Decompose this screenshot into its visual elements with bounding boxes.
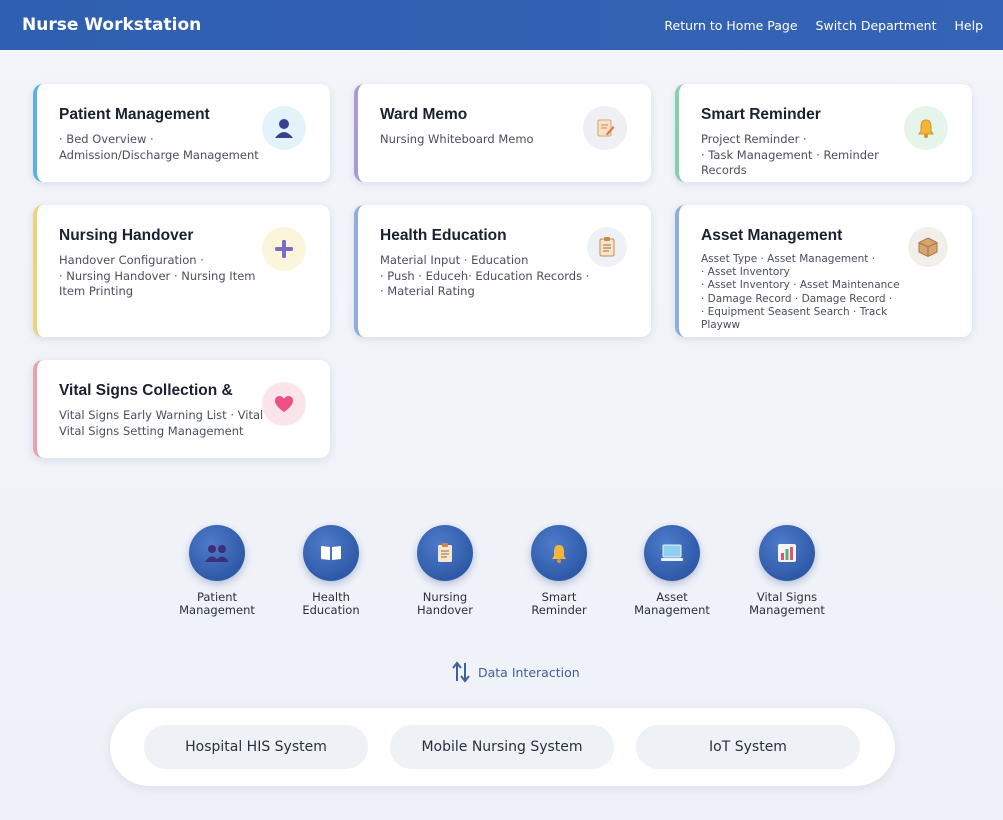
heart-icon xyxy=(262,382,306,426)
module-label: Nursing Handover xyxy=(417,590,473,617)
memo-icon xyxy=(583,106,627,150)
card-health-education[interactable]: Health Education Material Input · Educat… xyxy=(354,205,651,337)
card-description: Handover Configuration · · Nursing Hando… xyxy=(59,253,256,298)
system-mobile-nursing[interactable]: Mobile Nursing System xyxy=(390,725,614,769)
box-icon xyxy=(908,227,948,267)
bell-icon xyxy=(531,525,587,581)
book-icon xyxy=(303,525,359,581)
card-nursing-handover[interactable]: Nursing Handover Handover Configuration … xyxy=(33,205,330,337)
card-description: Asset Type · Asset Management · · Asset … xyxy=(701,253,900,332)
card-title: Health Education xyxy=(380,227,507,244)
swap-arrows-icon xyxy=(452,661,470,683)
module-smart-reminder[interactable]: Smart Reminder xyxy=(504,525,614,617)
bell-icon xyxy=(904,106,948,150)
card-description: Project Reminder · · Task Management · R… xyxy=(701,132,879,177)
clipboard-icon xyxy=(417,525,473,581)
app-title: Nurse Workstation xyxy=(22,15,202,35)
module-label: Asset Management xyxy=(634,590,710,617)
card-title: Smart Reminder xyxy=(701,106,821,123)
module-label: Smart Reminder xyxy=(531,590,587,617)
module-nursing-handover[interactable]: Nursing Handover xyxy=(390,525,500,617)
module-label: Vital Signs Management xyxy=(749,590,825,617)
systems-bar: Hospital HIS System Mobile Nursing Syste… xyxy=(110,708,895,786)
card-description: Nursing Whiteboard Memo xyxy=(380,132,534,146)
card-asset-management[interactable]: Asset Management Asset Type · Asset Mana… xyxy=(675,205,972,337)
switch-department-link[interactable]: Switch Department xyxy=(816,18,937,33)
user-icon xyxy=(262,106,306,150)
card-title: Patient Management xyxy=(59,106,210,123)
return-home-link[interactable]: Return to Home Page xyxy=(664,18,797,33)
chart-icon xyxy=(759,525,815,581)
card-description: · Bed Overview · Admission/Discharge Man… xyxy=(59,132,259,162)
plus-icon xyxy=(262,227,306,271)
card-vital-signs[interactable]: Vital Signs Collection & Vital Signs Ear… xyxy=(33,360,330,458)
users-icon xyxy=(189,525,245,581)
module-label: Patient Management xyxy=(179,590,255,617)
card-title: Ward Memo xyxy=(380,106,468,123)
module-label: Health Education xyxy=(302,590,360,617)
card-smart-reminder[interactable]: Smart Reminder Project Reminder · · Task… xyxy=(675,84,972,182)
help-link[interactable]: Help xyxy=(955,18,984,33)
card-patient-management[interactable]: Patient Management · Bed Overview · Admi… xyxy=(33,84,330,182)
monitor-icon xyxy=(644,525,700,581)
module-asset-management[interactable]: Asset Management xyxy=(617,525,727,617)
card-title: Vital Signs Collection & xyxy=(59,382,233,399)
card-description: Material Input · Education · Push · Educ… xyxy=(380,253,590,298)
clipboard-icon xyxy=(587,227,627,267)
module-vital-signs-management[interactable]: Vital Signs Management xyxy=(732,525,842,617)
system-his[interactable]: Hospital HIS System xyxy=(144,725,368,769)
top-nav: Return to Home Page Switch Department He… xyxy=(664,18,983,33)
card-title: Asset Management xyxy=(701,227,843,244)
module-health-education[interactable]: Health Education xyxy=(276,525,386,617)
module-patient-management[interactable]: Patient Management xyxy=(162,525,272,617)
data-interaction-label: Data Interaction xyxy=(478,664,580,680)
data-interaction: Data Interaction xyxy=(450,660,580,684)
card-ward-memo[interactable]: Ward Memo Nursing Whiteboard Memo xyxy=(354,84,651,182)
card-description: Vital Signs Early Warning List · Vital V… xyxy=(59,408,264,438)
system-iot[interactable]: IoT System xyxy=(636,725,860,769)
top-bar: Nurse Workstation Return to Home Page Sw… xyxy=(0,0,1003,50)
card-title: Nursing Handover xyxy=(59,227,194,244)
